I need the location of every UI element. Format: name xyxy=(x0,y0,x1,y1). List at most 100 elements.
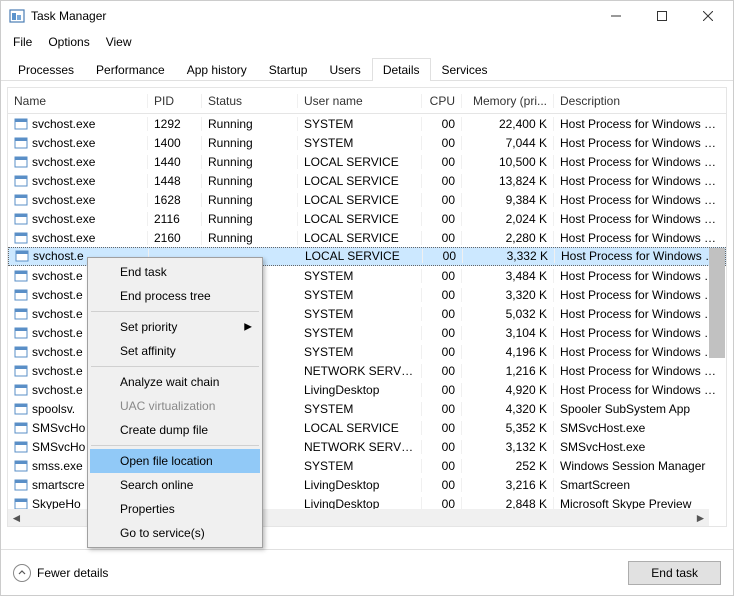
cell-description: Windows Session Manager xyxy=(554,459,726,473)
cell-description: Host Process for Windows Serv xyxy=(554,231,726,245)
ctx-set-affinity[interactable]: Set affinity xyxy=(90,339,260,363)
cell-user: LOCAL SERVICE xyxy=(298,421,422,435)
ctx-set-priority[interactable]: Set priority ▶ xyxy=(90,315,260,339)
cell-user: LOCAL SERVICE xyxy=(298,193,422,207)
footer-bar: Fewer details End task xyxy=(1,549,733,595)
cell-description: Host Process for Windows Serv xyxy=(554,174,726,188)
cell-pid: 1448 xyxy=(148,174,202,188)
table-row[interactable]: svchost.exe1440RunningLOCAL SERVICE0010,… xyxy=(8,152,726,171)
tab-startup[interactable]: Startup xyxy=(258,58,319,81)
cell-memory: 3,216 K xyxy=(462,478,554,492)
menu-file[interactable]: File xyxy=(5,33,40,51)
cell-cpu: 00 xyxy=(422,478,462,492)
scroll-left-icon[interactable]: ◄ xyxy=(8,509,25,526)
close-button[interactable] xyxy=(685,1,731,31)
cell-description: Spooler SubSystem App xyxy=(554,402,726,416)
cell-status: Running xyxy=(202,231,298,245)
cell-description: Host Process for Windows Serv xyxy=(554,326,726,340)
ctx-search-online[interactable]: Search online xyxy=(90,473,260,497)
col-header-name[interactable]: Name xyxy=(8,94,148,108)
cell-pid: 1440 xyxy=(148,155,202,169)
cell-memory: 3,132 K xyxy=(462,440,554,454)
minimize-button[interactable] xyxy=(593,1,639,31)
table-row[interactable]: svchost.exe1292RunningSYSTEM0022,400 KHo… xyxy=(8,114,726,133)
cell-name: svchost.exe xyxy=(8,117,148,131)
end-task-button[interactable]: End task xyxy=(628,561,721,585)
cell-memory: 13,824 K xyxy=(462,174,554,188)
tab-strip: Processes Performance App history Startu… xyxy=(1,53,733,81)
cell-user: SYSTEM xyxy=(298,307,422,321)
cell-description: Host Process for Windows Serv xyxy=(554,136,726,150)
tab-app-history[interactable]: App history xyxy=(176,58,258,81)
vertical-scroll-thumb[interactable] xyxy=(709,248,725,358)
cell-name: svchost.exe xyxy=(8,193,148,207)
cell-memory: 7,044 K xyxy=(462,136,554,150)
ctx-end-task[interactable]: End task xyxy=(90,260,260,284)
cell-status: Running xyxy=(202,174,298,188)
col-header-description[interactable]: Description xyxy=(554,94,726,108)
col-header-user[interactable]: User name xyxy=(298,94,422,108)
cell-user: LOCAL SERVICE xyxy=(298,231,422,245)
cell-cpu: 00 xyxy=(423,249,463,263)
cell-user: NETWORK SERVICE xyxy=(298,440,422,454)
cell-cpu: 00 xyxy=(422,269,462,283)
ctx-analyze-wait-chain[interactable]: Analyze wait chain xyxy=(90,370,260,394)
cell-user: LOCAL SERVICE xyxy=(299,249,423,263)
cell-memory: 4,196 K xyxy=(462,345,554,359)
ctx-end-process-tree[interactable]: End process tree xyxy=(90,284,260,308)
cell-user: NETWORK SERVICE xyxy=(298,364,422,378)
tab-users[interactable]: Users xyxy=(318,58,371,81)
cell-description: Host Process for Windows Serv xyxy=(554,155,726,169)
menu-view[interactable]: View xyxy=(98,33,140,51)
col-header-status[interactable]: Status xyxy=(202,94,298,108)
cell-status: Running xyxy=(202,193,298,207)
maximize-button[interactable] xyxy=(639,1,685,31)
ctx-separator xyxy=(91,366,259,367)
ctx-open-file-location[interactable]: Open file location xyxy=(90,449,260,473)
col-header-pid[interactable]: PID xyxy=(148,94,202,108)
cell-memory: 3,104 K xyxy=(462,326,554,340)
cell-name: svchost.exe xyxy=(8,174,148,188)
app-icon xyxy=(9,8,25,24)
fewer-details-toggle[interactable]: Fewer details xyxy=(13,564,108,582)
scroll-right-icon[interactable]: ► xyxy=(692,509,709,526)
tab-performance[interactable]: Performance xyxy=(85,58,176,81)
menu-bar: File Options View xyxy=(1,31,733,53)
cell-user: LivingDesktop xyxy=(298,383,422,397)
ctx-set-priority-label: Set priority xyxy=(120,320,177,334)
tab-details[interactable]: Details xyxy=(372,58,431,81)
table-row[interactable]: svchost.exe1400RunningSYSTEM007,044 KHos… xyxy=(8,133,726,152)
table-row[interactable]: svchost.exe2116RunningLOCAL SERVICE002,0… xyxy=(8,209,726,228)
tab-processes[interactable]: Processes xyxy=(7,58,85,81)
col-header-cpu[interactable]: CPU xyxy=(422,94,462,108)
cell-description: Host Process for Windows Serv xyxy=(554,364,726,378)
cell-user: SYSTEM xyxy=(298,117,422,131)
table-row[interactable]: svchost.exe1628RunningLOCAL SERVICE009,3… xyxy=(8,190,726,209)
cell-cpu: 00 xyxy=(422,193,462,207)
cell-pid: 1400 xyxy=(148,136,202,150)
cell-user: SYSTEM xyxy=(298,269,422,283)
col-header-memory[interactable]: Memory (pri... xyxy=(462,94,554,108)
menu-options[interactable]: Options xyxy=(40,33,97,51)
table-row[interactable]: svchost.exe1448RunningLOCAL SERVICE0013,… xyxy=(8,171,726,190)
cell-memory: 1,216 K xyxy=(462,364,554,378)
cell-memory: 5,352 K xyxy=(462,421,554,435)
table-row[interactable]: svchost.exe2160RunningLOCAL SERVICE002,2… xyxy=(8,228,726,247)
cell-status: Running xyxy=(202,212,298,226)
ctx-go-to-services[interactable]: Go to service(s) xyxy=(90,521,260,545)
submenu-arrow-icon: ▶ xyxy=(244,322,252,333)
title-bar: Task Manager xyxy=(1,1,733,31)
cell-memory: 4,320 K xyxy=(462,402,554,416)
cell-description: SmartScreen xyxy=(554,478,726,492)
tab-services[interactable]: Services xyxy=(431,58,499,81)
ctx-create-dump-file[interactable]: Create dump file xyxy=(90,418,260,442)
cell-memory: 9,384 K xyxy=(462,193,554,207)
ctx-properties[interactable]: Properties xyxy=(90,497,260,521)
cell-cpu: 00 xyxy=(422,402,462,416)
table-header: Name PID Status User name CPU Memory (pr… xyxy=(8,88,726,114)
cell-name: svchost.exe xyxy=(8,155,148,169)
cell-description: SMSvcHost.exe xyxy=(554,440,726,454)
cell-cpu: 00 xyxy=(422,421,462,435)
cell-name: svchost.exe xyxy=(8,231,148,245)
cell-description: Host Process for Windows Serv xyxy=(554,193,726,207)
